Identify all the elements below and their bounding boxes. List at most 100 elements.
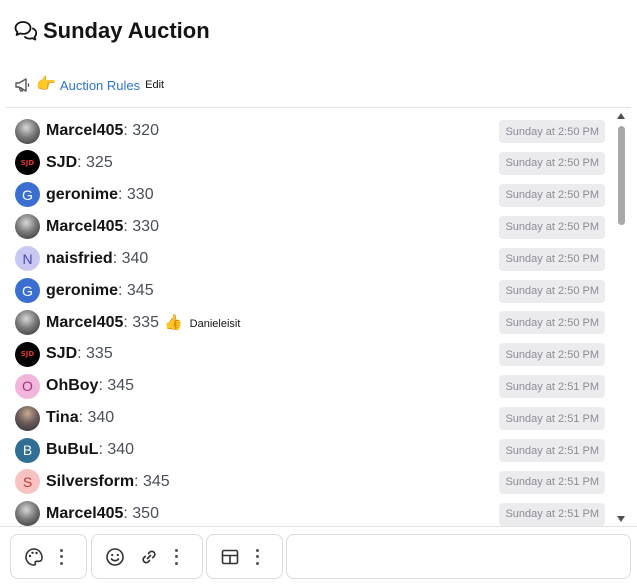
message-text: Tina: 340 xyxy=(46,409,114,427)
timestamp-badge[interactable]: Sunday at 2:50 PM xyxy=(499,311,605,335)
chat-message[interactable]: Tina: 340 Sunday at 2:51 PM xyxy=(15,404,605,432)
message-text: Marcel405: 330 xyxy=(46,218,159,236)
username[interactable]: naisfried xyxy=(46,250,113,267)
message-text: geronime: 330 xyxy=(46,186,154,204)
avatar[interactable]: B xyxy=(15,437,40,463)
table-button[interactable] xyxy=(219,546,241,568)
timestamp-badge[interactable]: Sunday at 2:51 PM xyxy=(499,470,605,494)
chat-message[interactable]: SJD SJD: 335 Sunday at 2:50 PM xyxy=(15,340,605,368)
avatar-logo-text: SJD xyxy=(20,158,35,167)
username[interactable]: Marcel405 xyxy=(46,314,123,331)
message-list[interactable]: Marcel405: 320 Sunday at 2:50 PM SJD SJD: 3… xyxy=(6,108,631,526)
bid-value: : 320 xyxy=(123,122,159,139)
table-icon xyxy=(221,549,239,564)
avatar[interactable]: SJD xyxy=(15,341,40,367)
bid-value: : 325 xyxy=(77,153,113,171)
scrollbar-thumb[interactable] xyxy=(618,126,625,225)
avatar[interactable] xyxy=(15,309,40,335)
avatar[interactable]: G xyxy=(15,182,40,208)
chat-message[interactable]: SJD SJD: 325 Sunday at 2:50 PM xyxy=(15,149,605,177)
thumbs-up-reaction-icon[interactable]: 👍 xyxy=(164,314,183,331)
chat-message[interactable]: Marcel405: 350 Sunday at 2:51 PM xyxy=(15,500,605,526)
avatar[interactable]: O xyxy=(15,373,40,399)
avatar[interactable]: SJD xyxy=(15,150,40,176)
bid-value: : 345 xyxy=(98,377,135,395)
timestamp-badge[interactable]: Sunday at 2:50 PM xyxy=(499,247,605,271)
message-text: Marcel405: 335 👍 Danieleisit xyxy=(46,313,240,332)
chat-message[interactable]: Marcel405: 330 Sunday at 2:50 PM xyxy=(15,213,605,241)
avatar[interactable] xyxy=(15,118,40,144)
avatar[interactable] xyxy=(15,501,40,526)
scrollbar[interactable] xyxy=(614,110,628,524)
message-text: BuBuL: 340 xyxy=(46,441,134,459)
message-text: OhBoy: 345 xyxy=(46,377,134,395)
chat-bubbles-icon xyxy=(14,21,38,41)
message-text: naisfried: 340 xyxy=(46,250,148,268)
timestamp-badge[interactable]: Sunday at 2:50 PM xyxy=(499,215,605,239)
bid-value: : 335 xyxy=(123,313,159,331)
timestamp-badge[interactable]: Sunday at 2:51 PM xyxy=(499,375,605,399)
bid-value: : 345 xyxy=(118,281,154,299)
timestamp-badge[interactable]: Sunday at 2:50 PM xyxy=(499,151,605,175)
timestamp-badge[interactable]: Sunday at 2:50 PM xyxy=(499,183,605,207)
avatar[interactable]: S xyxy=(15,469,40,495)
chat-message[interactable]: Marcel405: 335 👍 Danieleisit Sunday at 2:50… xyxy=(15,308,605,336)
timestamp-badge[interactable]: Sunday at 2:50 PM xyxy=(499,279,605,303)
bid-value: : 340 xyxy=(112,249,149,267)
emoji-button[interactable] xyxy=(104,546,126,568)
username[interactable]: BuBuL xyxy=(46,441,98,458)
timestamp-badge[interactable]: Sunday at 2:51 PM xyxy=(499,407,605,431)
more-options-icon[interactable] xyxy=(174,548,178,565)
chat-message[interactable]: S Silversform: 345 Sunday at 2:51 PM xyxy=(15,468,605,496)
chat-message[interactable]: B BuBuL: 340 Sunday at 2:51 PM xyxy=(15,436,605,464)
chat-message[interactable]: Marcel405: 320 Sunday at 2:50 PM xyxy=(15,117,605,145)
username[interactable]: Marcel405 xyxy=(46,505,123,522)
page-title: Sunday Auction xyxy=(43,18,210,43)
username[interactable]: SJD xyxy=(46,345,77,362)
scroll-down-arrow-icon[interactable] xyxy=(617,516,625,522)
username[interactable]: SJD xyxy=(46,154,77,171)
toolbar-group-style xyxy=(10,534,87,579)
bid-value: : 330 xyxy=(123,217,159,235)
bid-value: : 330 xyxy=(118,185,154,203)
reaction-user[interactable]: Danieleisit xyxy=(190,318,241,330)
username[interactable]: Tina xyxy=(46,409,79,426)
avatar[interactable] xyxy=(15,405,40,431)
avatar[interactable] xyxy=(15,214,40,240)
timestamp-badge[interactable]: Sunday at 2:50 PM xyxy=(499,343,605,367)
link-button[interactable] xyxy=(138,546,160,568)
message-input[interactable] xyxy=(286,534,631,579)
message-text: SJD: 325 xyxy=(46,154,113,172)
edit-button[interactable]: Edit xyxy=(145,79,164,91)
message-text: Marcel405: 350 xyxy=(46,505,159,523)
toolbar-group-insert xyxy=(91,534,203,579)
message-text: SJD: 335 xyxy=(46,345,113,363)
palette-button[interactable] xyxy=(23,546,45,568)
scroll-up-arrow-icon[interactable] xyxy=(617,113,625,119)
timestamp-badge[interactable]: Sunday at 2:51 PM xyxy=(499,439,605,462)
megaphone-icon xyxy=(15,78,30,92)
timestamp-badge[interactable]: Sunday at 2:50 PM xyxy=(499,120,605,143)
username[interactable]: geronime xyxy=(46,282,118,299)
chat-message[interactable]: O OhBoy: 345 Sunday at 2:51 PM xyxy=(15,372,605,400)
rules-bar: 👉 Auction Rules Edit xyxy=(14,74,164,96)
username[interactable]: Marcel405 xyxy=(46,122,123,139)
bid-value: : 340 xyxy=(78,409,115,427)
username[interactable]: OhBoy xyxy=(46,377,98,394)
bid-value: : 345 xyxy=(134,472,170,490)
chat-message[interactable]: Ggeronime: 330 Sunday at 2:50 PM xyxy=(15,181,605,209)
chat-message[interactable]: Nnaisfried: 340 Sunday at 2:50 PM xyxy=(15,245,605,273)
chat-message[interactable]: Ggeronime: 345 Sunday at 2:50 PM xyxy=(15,277,605,305)
avatar[interactable]: G xyxy=(15,278,40,303)
smiley-icon xyxy=(106,547,124,566)
username[interactable]: geronime xyxy=(46,186,118,203)
username[interactable]: Silversform xyxy=(46,473,134,490)
more-options-icon[interactable] xyxy=(59,548,63,565)
more-options-icon[interactable] xyxy=(255,548,259,565)
editor-toolbar xyxy=(0,526,637,584)
timestamp-badge[interactable]: Sunday at 2:51 PM xyxy=(499,502,605,526)
avatar[interactable]: N xyxy=(15,246,40,272)
page-header: Sunday Auction xyxy=(14,16,210,46)
auction-rules-link[interactable]: Auction Rules xyxy=(60,78,140,93)
username[interactable]: Marcel405 xyxy=(46,218,123,235)
